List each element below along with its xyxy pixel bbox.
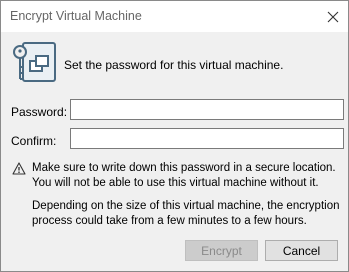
encrypt-vm-dialog: Encrypt Virtual Machine Set the password… — [0, 0, 349, 272]
encrypt-button[interactable]: Encrypt — [185, 240, 258, 261]
close-icon — [327, 11, 339, 22]
password-field[interactable] — [70, 99, 344, 120]
title-bar: Encrypt Virtual Machine — [1, 1, 348, 32]
dialog-title: Encrypt Virtual Machine — [10, 9, 142, 23]
confirm-field[interactable] — [70, 128, 344, 149]
confirm-label: Confirm: — [11, 134, 57, 148]
password-label: Password: — [11, 105, 68, 119]
dialog-description: Set the password for this virtual machin… — [64, 58, 284, 72]
cancel-button[interactable]: Cancel — [265, 240, 338, 261]
warning-triangle-icon — [12, 162, 26, 175]
warning-text: Make sure to write down this password in… — [32, 162, 336, 189]
duration-note: Depending on the size of this virtual ma… — [32, 200, 340, 227]
vm-key-icon — [13, 42, 56, 82]
close-button[interactable] — [318, 1, 348, 32]
